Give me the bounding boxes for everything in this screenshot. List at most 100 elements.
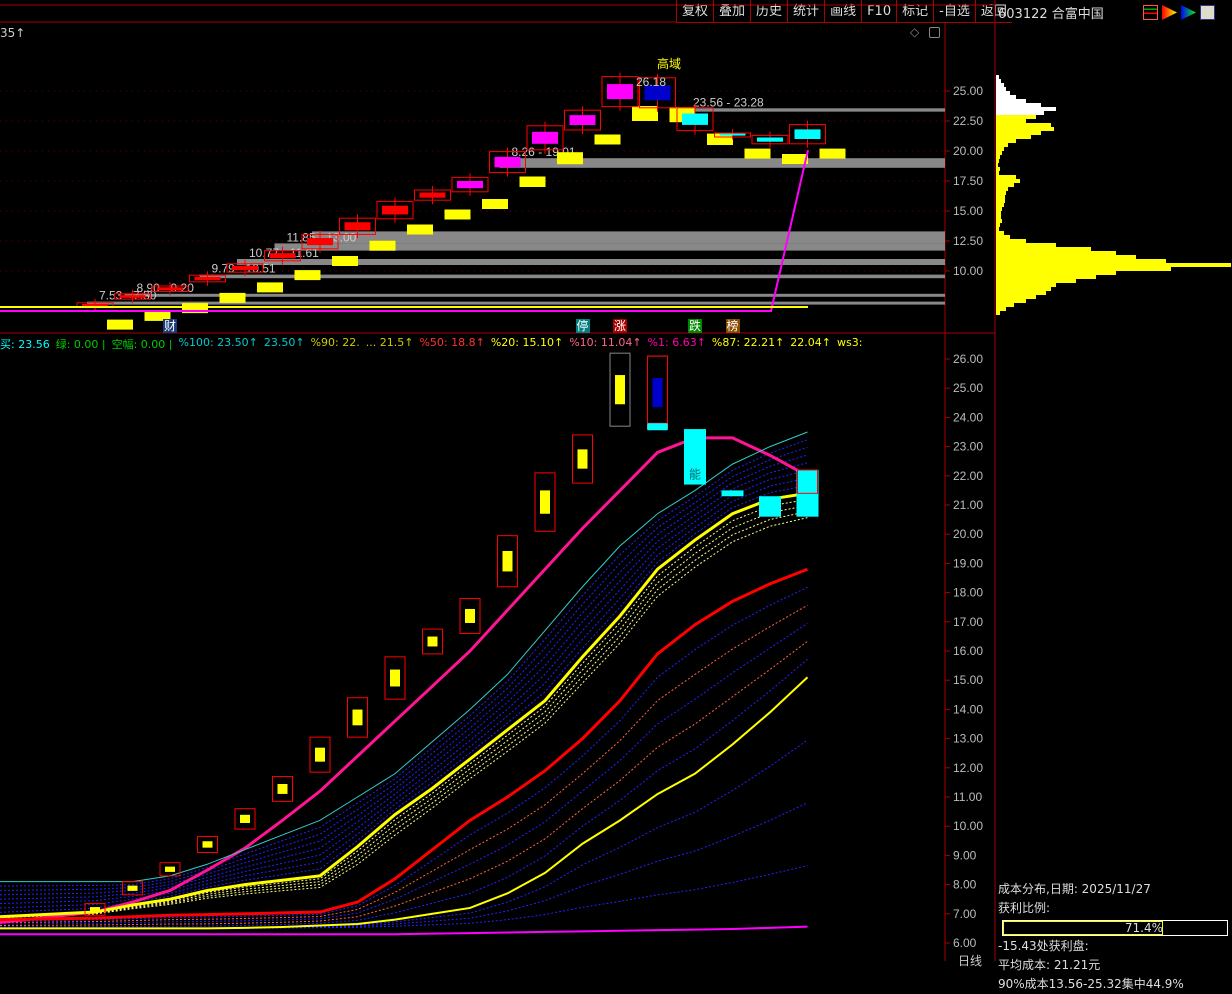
axis-label: 17.00	[953, 615, 983, 629]
chip-bar	[996, 283, 1056, 287]
profit-ratio-label: 获利比例:	[998, 901, 1051, 915]
volume-block	[782, 154, 808, 164]
candle-body	[352, 709, 363, 726]
candle-body	[682, 113, 708, 125]
chip-bar	[996, 183, 1014, 187]
candle-body	[277, 784, 288, 794]
cost-line	[0, 149, 809, 312]
volume-block	[594, 134, 621, 145]
candle-bottom	[721, 490, 744, 497]
axis-label: 20.00	[953, 144, 983, 158]
chip-bar	[996, 99, 1026, 103]
indicator-value: ... 21.5↑	[365, 336, 414, 349]
fan-line	[0, 469, 808, 905]
chip-bar	[996, 163, 998, 167]
chip-bar	[996, 223, 1000, 227]
indicator-value: 23.50↑	[263, 336, 305, 349]
axis-label: 15.00	[953, 204, 983, 218]
cost-range: 90%成本13.56-25.32集中44.9%	[998, 977, 1184, 991]
axis-label: 24.00	[953, 410, 983, 424]
axis-label: 6.00	[953, 936, 977, 950]
candle-body	[494, 156, 521, 168]
candle-bottom	[759, 496, 781, 517]
event-marker[interactable]: 跌	[688, 319, 702, 333]
candle-body	[157, 287, 183, 291]
chip-bar	[996, 243, 1056, 247]
candle-body	[119, 295, 146, 298]
volume-block	[482, 199, 508, 209]
volume-block	[407, 224, 433, 235]
chip-bar	[996, 211, 1001, 215]
volume-block	[107, 319, 133, 330]
chip-bar	[996, 263, 1231, 267]
chip-zone	[312, 231, 945, 244]
candle-body	[652, 377, 663, 408]
candle-body	[269, 253, 296, 259]
fan-line	[0, 517, 808, 919]
axis-label: 13.00	[953, 732, 983, 746]
volume-block	[557, 152, 583, 165]
chip-bar	[996, 111, 1044, 115]
indicator-value: 22.04↑	[790, 336, 831, 349]
chip-bar	[996, 135, 1031, 139]
high-label: 高域	[657, 56, 681, 71]
energy-label: 能	[689, 468, 701, 482]
candle-body	[419, 192, 446, 198]
average-cost: 平均成本: 21.21元	[998, 958, 1101, 972]
profit-ratio-bar: 71.4%	[1002, 919, 1228, 936]
chip-bar	[996, 91, 1010, 95]
candle-body	[540, 490, 550, 514]
chip-bar	[996, 311, 1000, 315]
candle-body	[127, 885, 138, 891]
candle-body	[315, 747, 325, 762]
candle-body	[427, 636, 438, 647]
chip-bar	[996, 123, 1051, 127]
axis-label: 25.00	[953, 84, 983, 98]
price-chart[interactable]: 25.00 22.50 20.00 17.50 15.00 12.50 10.00 26.00…	[0, 0, 1232, 961]
profit-line: -15.43处获利盘:	[998, 939, 1089, 953]
candle-body	[90, 907, 100, 912]
fan-line	[0, 640, 808, 926]
axis-label: 12.00	[953, 761, 983, 775]
chip-bar	[996, 167, 1000, 171]
chip-bar	[996, 87, 1006, 91]
chip-bar	[996, 191, 1006, 195]
indicator-value: %100: 23.50↑	[178, 336, 258, 349]
chip-bar	[996, 127, 1054, 131]
candle-body	[344, 222, 371, 231]
axis-label: 22.00	[953, 469, 983, 483]
fan-line	[0, 477, 808, 909]
axis-label: 10.00	[953, 264, 983, 278]
indicator-value: %50: 18.8↑	[419, 336, 485, 349]
volume-block	[819, 148, 846, 159]
axis-label: 16.00	[953, 644, 983, 658]
axis-label: 14.00	[953, 702, 983, 716]
chip-bar	[996, 279, 1076, 283]
candle-body	[457, 181, 483, 189]
chip-bar	[996, 187, 1008, 191]
chip-bar	[996, 287, 1051, 291]
chip-bar	[996, 267, 1171, 271]
chip-bar	[996, 303, 1014, 307]
axis-label: 7.00	[953, 907, 977, 921]
candle-body	[232, 265, 258, 271]
event-marker[interactable]: 停	[575, 319, 590, 333]
event-marker[interactable]: 涨	[613, 319, 627, 333]
chip-bar	[996, 207, 1002, 211]
event-marker[interactable]: 财	[163, 319, 177, 333]
indicator-value: %87: 22.21↑	[711, 336, 785, 349]
axis-label: 15.00	[953, 673, 983, 687]
candle-body	[569, 115, 596, 126]
candle-body	[307, 238, 333, 246]
indicator-bar: 买: 23.56 绿: 0.00 | 空幅: 0.00 | %100: 23.50↑ 2…	[0, 336, 945, 350]
chip-bar	[996, 307, 1006, 311]
axis-label: 21.00	[953, 498, 983, 512]
chip-bar	[996, 79, 1001, 83]
indicator-value: %1: 6.63↑	[647, 336, 706, 349]
chip-bar	[996, 107, 1056, 111]
event-marker[interactable]: 榜	[725, 319, 740, 333]
candle-body	[240, 814, 250, 823]
chip-bar	[996, 83, 1004, 87]
axis-label: 9.00	[953, 848, 977, 862]
chip-bar	[996, 235, 1010, 239]
